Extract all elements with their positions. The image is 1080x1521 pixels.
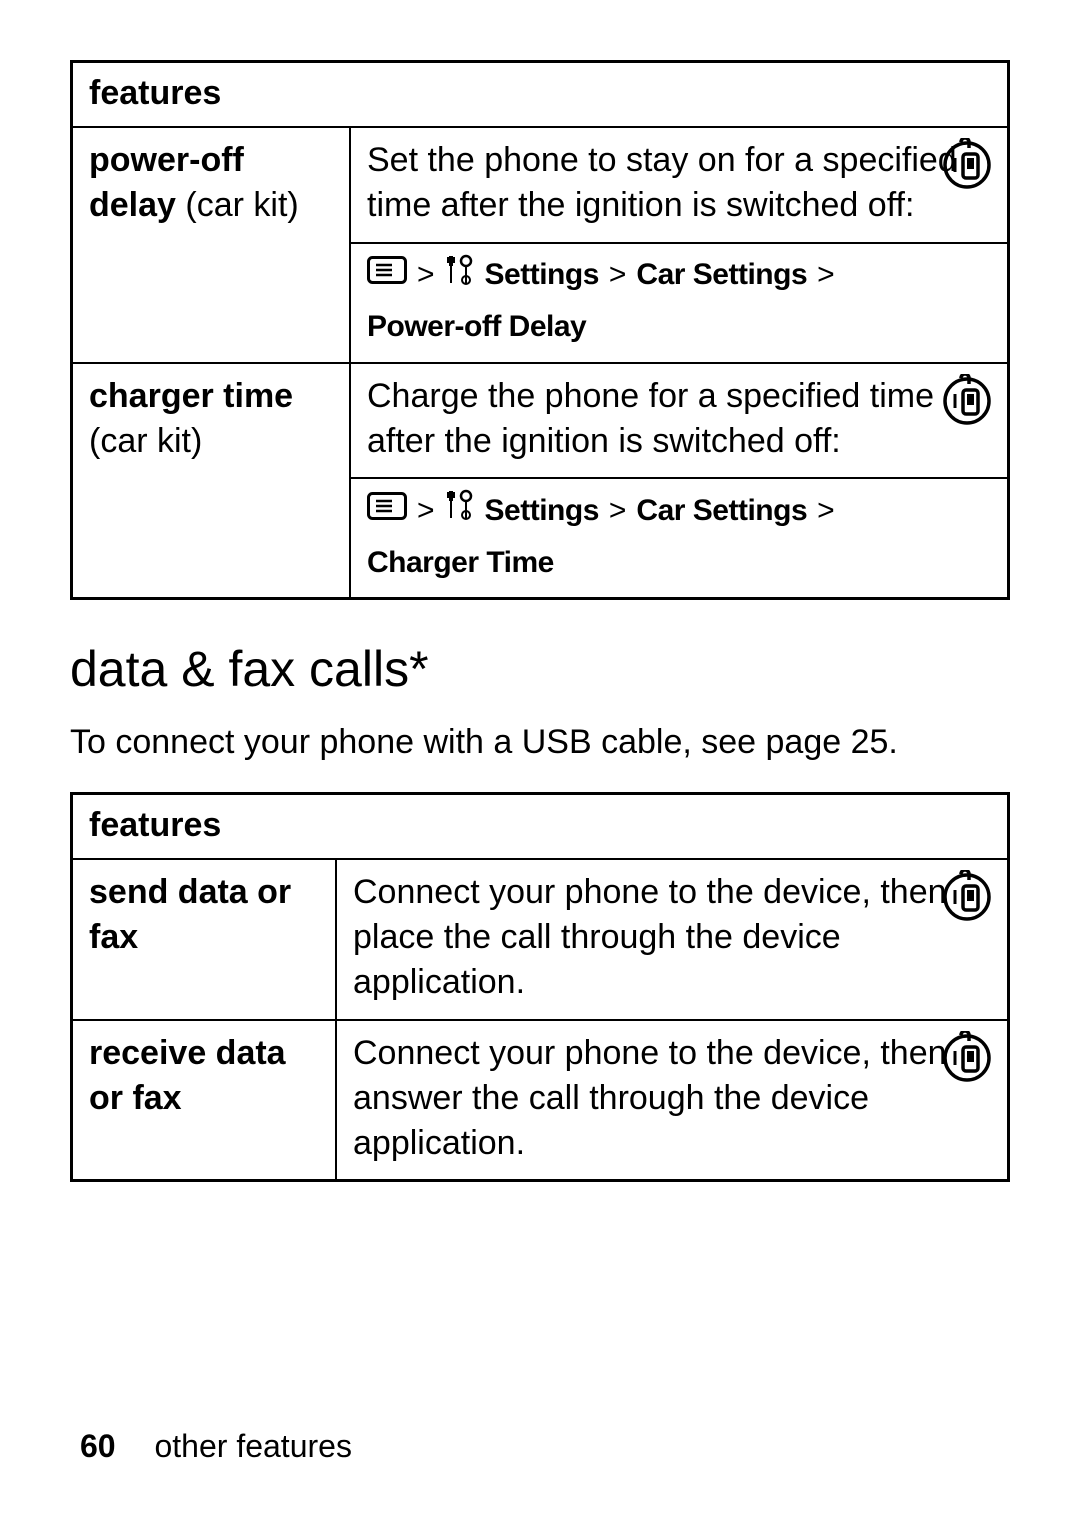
feature-label-bold: send data or fax xyxy=(89,873,291,956)
feature-label: charger time (car kit) xyxy=(72,363,351,599)
feature-desc-text: Set the phone to stay on for a specified… xyxy=(367,141,957,224)
path-seg: Settings xyxy=(485,255,599,296)
path-sep: > xyxy=(609,255,627,296)
feature-desc-text: Connect your phone to the device, then a… xyxy=(353,1034,947,1162)
feature-label-bold: charger time xyxy=(89,377,293,415)
feature-label-bold: receive data or fax xyxy=(89,1034,286,1117)
table1-row: charger time (car kit) Charge the phone … xyxy=(72,363,1009,479)
feature-label: receive data or fax xyxy=(72,1020,337,1181)
accessory-icon xyxy=(941,374,993,438)
feature-label-rest: (car kit) xyxy=(176,186,299,224)
feature-desc: Connect your phone to the device, then p… xyxy=(336,859,1009,1020)
feature-label-rest: (car kit) xyxy=(89,422,202,460)
path-sep: > xyxy=(817,255,835,296)
page-number: 60 xyxy=(80,1428,116,1464)
menu-icon xyxy=(367,255,407,296)
feature-desc-text: Charge the phone for a specified time af… xyxy=(367,377,934,460)
table2-row: receive data or fax Connect your phone t… xyxy=(72,1020,1009,1181)
tools-icon xyxy=(445,254,475,298)
menu-icon xyxy=(367,491,407,532)
path-sep: > xyxy=(817,491,835,532)
tools-icon xyxy=(445,489,475,533)
page-footer: 60 other features xyxy=(80,1428,352,1465)
feature-desc-text: Connect your phone to the device, then p… xyxy=(353,873,947,1001)
path-sep: > xyxy=(417,491,435,532)
path-seg: Power-off Delay xyxy=(367,307,586,348)
feature-desc: Charge the phone for a specified time af… xyxy=(350,363,1009,479)
table1-header: features xyxy=(72,62,1009,127)
feature-desc: Set the phone to stay on for a specified… xyxy=(350,127,1009,243)
path-seg: Charger Time xyxy=(367,543,554,584)
table2-header: features xyxy=(72,794,1009,859)
feature-path: > Settings > Car xyxy=(350,243,1009,363)
feature-desc: Connect your phone to the device, then a… xyxy=(336,1020,1009,1181)
path-seg: Car Settings xyxy=(636,491,807,532)
feature-path: > Settings > Car xyxy=(350,478,1009,599)
manual-page: features power-off delay (car kit) Set t… xyxy=(0,0,1080,1521)
path-sep: > xyxy=(417,255,435,296)
intro-text: To connect your phone with a USB cable, … xyxy=(70,720,1010,766)
accessory-icon xyxy=(941,870,993,934)
accessory-icon xyxy=(941,138,993,202)
footer-section: other features xyxy=(154,1428,351,1464)
car-kit-features-table: features power-off delay (car kit) Set t… xyxy=(70,60,1010,600)
section-title: data & fax calls* xyxy=(70,640,1010,698)
table1-row: power-off delay (car kit) Set the phone … xyxy=(72,127,1009,243)
accessory-icon xyxy=(941,1031,993,1095)
feature-label: send data or fax xyxy=(72,859,337,1020)
path-seg: Settings xyxy=(485,491,599,532)
feature-label: power-off delay (car kit) xyxy=(72,127,351,363)
path-sep: > xyxy=(609,491,627,532)
datafax-features-table: features send data or fax Connect your p… xyxy=(70,792,1010,1182)
path-seg: Car Settings xyxy=(636,255,807,296)
table2-row: send data or fax Connect your phone to t… xyxy=(72,859,1009,1020)
